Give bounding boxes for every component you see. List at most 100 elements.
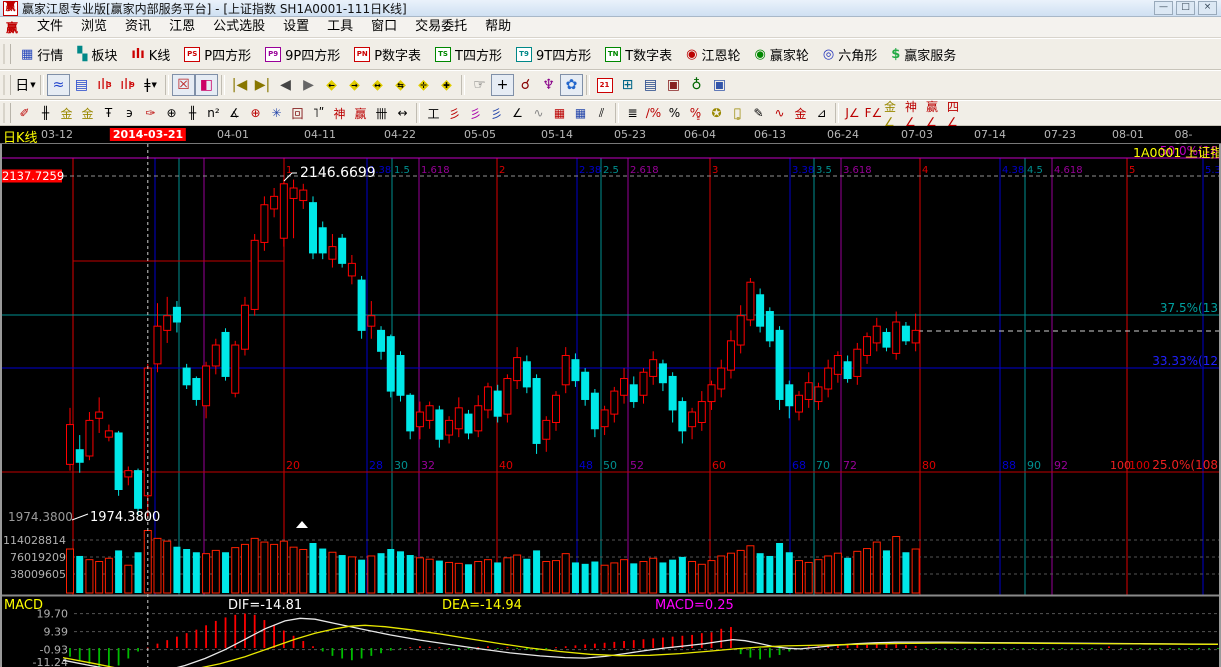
tool-f-ruler[interactable]: Ŧ: [98, 104, 119, 123]
tool-slash[interactable]: ⊿: [811, 104, 832, 123]
tool-9p-square[interactable]: P99P四方形: [258, 42, 347, 66]
tool-corner-mark[interactable]: ˥ʺ: [308, 104, 329, 123]
tool-9t-square[interactable]: T99T四方形: [509, 42, 598, 66]
tool-kline-3[interactable]: ılı3: [93, 74, 116, 96]
tool-expand-h[interactable]: ◆↔: [366, 74, 389, 96]
tool-prev[interactable]: ◀: [274, 74, 297, 96]
tool-shift-right[interactable]: ◆→: [343, 74, 366, 96]
tool-swap-h[interactable]: ◆⇆: [389, 74, 412, 96]
tool-gold-ruler-2[interactable]: 金: [77, 104, 98, 123]
menu-江恩[interactable]: 江恩: [160, 17, 204, 37]
tool-fan-blue[interactable]: 彡: [486, 104, 507, 123]
tool-grid-blue[interactable]: ▦: [570, 104, 591, 123]
tool-red-pen[interactable]: ✑: [140, 104, 161, 123]
tool-notes[interactable]: ▤: [639, 74, 662, 96]
tool-ying-angle[interactable]: 赢∠: [926, 104, 947, 123]
tool-shen-angle[interactable]: 神∠: [905, 104, 926, 123]
tool-next[interactable]: ▶: [297, 74, 320, 96]
menu-文件[interactable]: 文件: [28, 17, 72, 37]
tool-last-page[interactable]: ▶|: [251, 74, 274, 96]
tool-winner-wheel[interactable]: ◉赢家轮: [748, 42, 816, 66]
tool-grid-red[interactable]: ▦: [549, 104, 570, 123]
date-axis[interactable]: 日K线 03-122014-03-2104-0104-1104-2205-050…: [0, 126, 1221, 144]
chart-canvas[interactable]: 50.0%(1837.5%(1333.33%(1225.0%(10811.381…: [0, 144, 1221, 667]
tool-red-circle[interactable]: ⊕: [245, 104, 266, 123]
menu-公式选股[interactable]: 公式选股: [204, 17, 274, 37]
tool-scale-ruler[interactable]: ≣: [622, 104, 643, 123]
tool-gold-ruler-1[interactable]: 金: [56, 104, 77, 123]
tool-pencil-b[interactable]: ✎: [748, 104, 769, 123]
tool-shift-left[interactable]: ◆←: [320, 74, 343, 96]
tool-coil[interactable]: ϶: [119, 104, 140, 123]
tool-kline[interactable]: ılıK线: [124, 42, 177, 66]
menu-资讯[interactable]: 资讯: [116, 17, 160, 37]
tool-tri-slash[interactable]: ⫽: [591, 104, 612, 123]
tool-sectors[interactable]: ▚板块: [70, 42, 124, 66]
tool-save[interactable]: ▣: [662, 74, 685, 96]
tool-gold-level[interactable]: 金͇: [727, 104, 748, 123]
tool-gold-circle[interactable]: ✪: [706, 104, 727, 123]
tool-tick-ruler[interactable]: ╫: [182, 104, 203, 123]
tool-n-square[interactable]: n²: [203, 104, 224, 123]
menu-窗口[interactable]: 窗口: [362, 17, 406, 37]
menu-浏览[interactable]: 浏览: [72, 17, 116, 37]
tool-first-page[interactable]: |◀: [228, 74, 251, 96]
tool-pct[interactable]: %: [664, 104, 685, 123]
tool-rail-grid[interactable]: 卌: [371, 104, 392, 123]
tool-fan-red[interactable]: 彡: [444, 104, 465, 123]
menu-帮助[interactable]: 帮助: [476, 17, 520, 37]
tool-crosshair[interactable]: +: [491, 74, 514, 96]
tool-zoom-out-cross[interactable]: ◆✚: [435, 74, 458, 96]
tool-t-square[interactable]: TST四方形: [428, 42, 509, 66]
tool-terminal[interactable]: ▣: [708, 74, 731, 96]
tool-wave-tool[interactable]: ∿: [528, 104, 549, 123]
tool-shen-grid[interactable]: 神: [329, 104, 350, 123]
menu-设置[interactable]: 设置: [274, 17, 318, 37]
tool-pattern-red[interactable]: ☒: [172, 74, 195, 96]
maximize-button[interactable]: □: [1176, 1, 1195, 15]
tool-f-angle[interactable]: F∠: [863, 104, 884, 123]
tool-hexagon[interactable]: ◎六角形: [816, 42, 884, 66]
menu-工具[interactable]: 工具: [318, 17, 362, 37]
tool-wave-red[interactable]: ∿: [769, 104, 790, 123]
tool-trend-wave[interactable]: ≈: [47, 74, 70, 96]
tool-t-table[interactable]: TNT数字表: [598, 42, 679, 66]
tool-distribution[interactable]: ◧: [195, 74, 218, 96]
tool-web-mail[interactable]: ♁: [685, 74, 708, 96]
tool-gann-wheel[interactable]: ◉江恩轮: [679, 42, 747, 66]
tool-info-doc[interactable]: ▤: [70, 74, 93, 96]
tool-fan-lines[interactable]: ∠: [507, 104, 528, 123]
tool-j-angle[interactable]: J∠: [842, 104, 863, 123]
tool-brain-tool[interactable]: ✿: [560, 74, 583, 96]
tool-struct-tool[interactable]: ♆: [537, 74, 560, 96]
tool-hand-tool[interactable]: ☞: [468, 74, 491, 96]
tool-h-arrows[interactable]: ↔: [392, 104, 413, 123]
tool-star-blue[interactable]: ✳: [266, 104, 287, 123]
tool-angle-tool[interactable]: ∡: [224, 104, 245, 123]
tool-ying-grid[interactable]: 赢: [350, 104, 371, 123]
tool-gold-angle[interactable]: 金∠: [884, 104, 905, 123]
tool-brush[interactable]: ✐: [14, 104, 35, 123]
tool-time-ruler[interactable]: ╫: [35, 104, 56, 123]
tool-winner-service[interactable]: $赢家服务: [884, 42, 963, 66]
tool-p-table[interactable]: PNP数字表: [347, 42, 428, 66]
tool-pct-line[interactable]: %͇: [685, 104, 706, 123]
minimize-button[interactable]: —: [1154, 1, 1173, 15]
tool-si-angle[interactable]: 四∠: [947, 104, 968, 123]
tool-magnifier[interactable]: ☌: [514, 74, 537, 96]
tool-kline-9[interactable]: ılı9: [116, 74, 139, 96]
tool-zoom-in-cross[interactable]: ◆✛: [412, 74, 435, 96]
tool-gold-red[interactable]: 金: [790, 104, 811, 123]
tool-quotes[interactable]: ▦行情: [14, 42, 70, 66]
tool-candle-style[interactable]: ǂ▼: [139, 74, 162, 96]
tool-pct-slash[interactable]: ∕%: [643, 104, 664, 123]
tool-period-daily[interactable]: 日▼: [14, 74, 37, 96]
close-button[interactable]: ×: [1198, 1, 1217, 15]
tool-square-in-square[interactable]: 回: [287, 104, 308, 123]
tool-calendar[interactable]: 21: [593, 74, 616, 96]
tool-fan-purple[interactable]: 彡: [465, 104, 486, 123]
tool-frame-tool[interactable]: 工: [423, 104, 444, 123]
tool-calculator[interactable]: ⊞: [616, 74, 639, 96]
tool-time-circle[interactable]: ⊕: [161, 104, 182, 123]
menu-交易委托[interactable]: 交易委托: [406, 17, 476, 37]
